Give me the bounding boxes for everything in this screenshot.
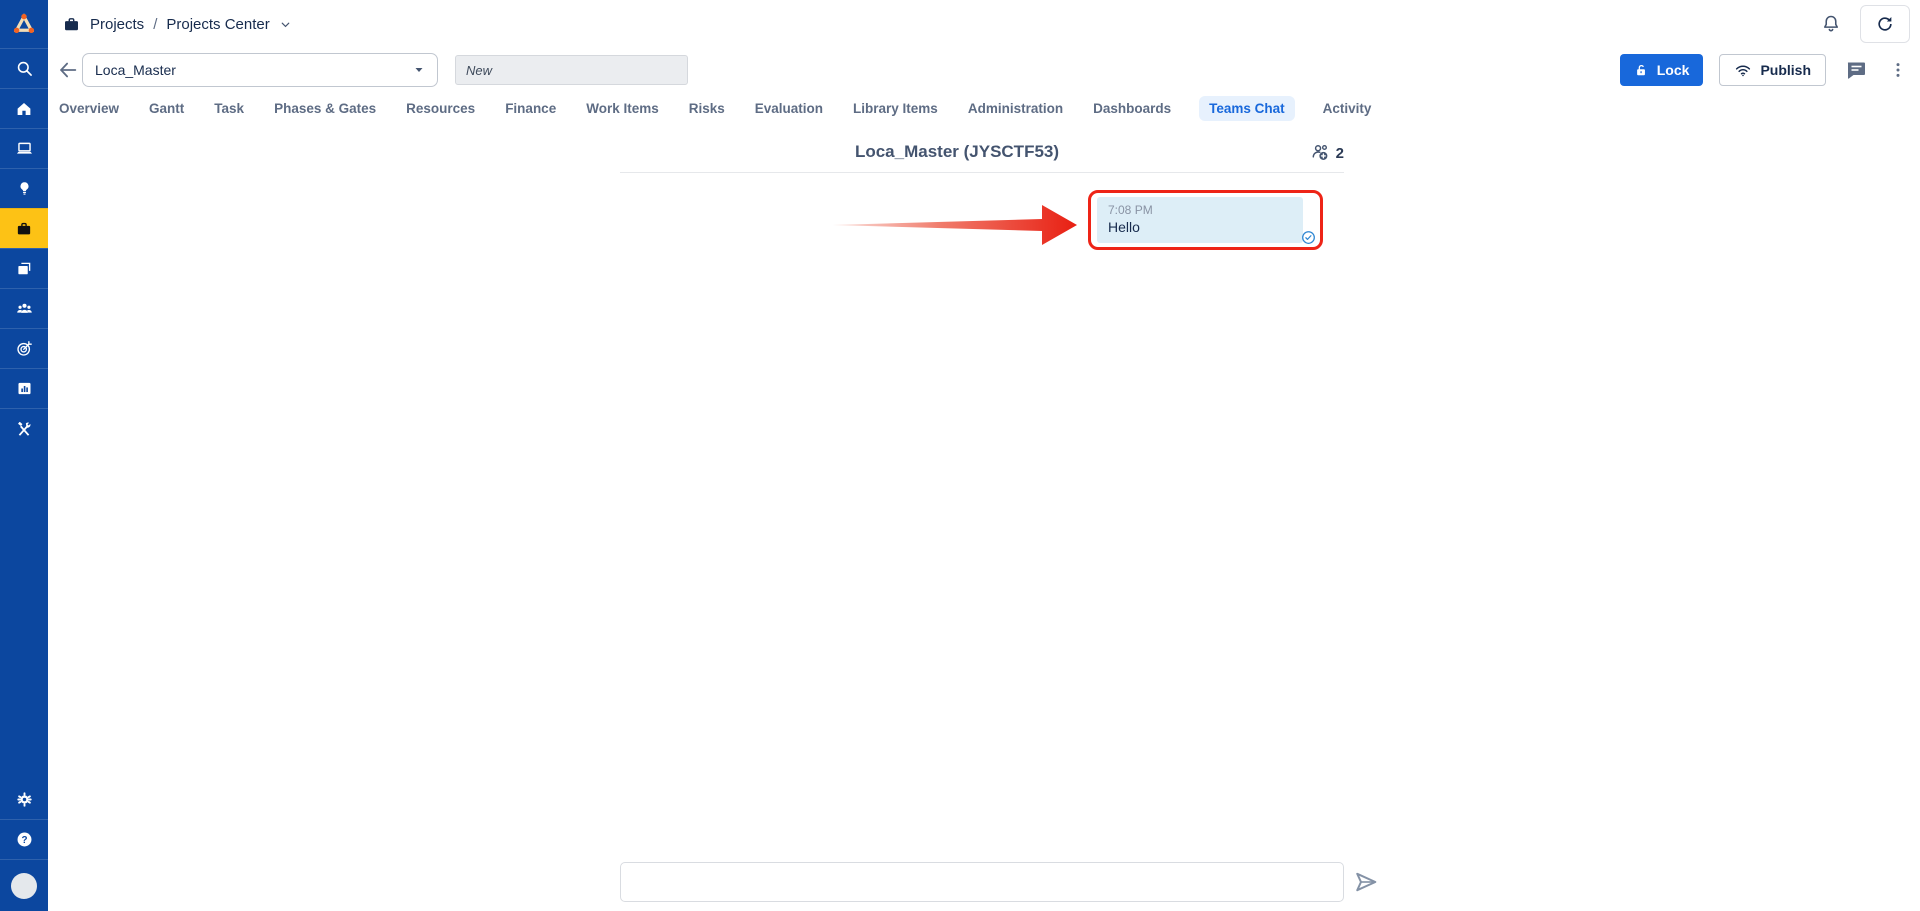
sidebar-item-workspace[interactable] (0, 128, 48, 168)
chat-divider (620, 172, 1344, 173)
app-logo triangle-logo[interactable] (0, 0, 48, 48)
chevron-down-icon[interactable] (279, 18, 292, 31)
tab-evaluation[interactable]: Evaluation (753, 96, 825, 121)
project-status-value: New (466, 63, 492, 78)
tab-library-items[interactable]: Library Items (851, 96, 940, 121)
annotation-arrow-icon (830, 203, 1080, 249)
breadcrumb-projects-center[interactable]: Projects Center (166, 16, 269, 33)
add-members-icon (1310, 142, 1332, 164)
message-timestamp: 7:08 PM (1108, 203, 1292, 218)
publish-button[interactable]: Publish (1719, 54, 1826, 86)
tab-overview[interactable]: Overview (57, 96, 121, 121)
wifi-icon (1734, 61, 1752, 79)
people-icon (15, 299, 34, 318)
project-dropdown-value: Loca_Master (95, 62, 413, 78)
unlock-icon (1634, 63, 1649, 78)
sidebar-item-admin-tools[interactable] (0, 408, 48, 448)
sidebar-item-reports[interactable] (0, 368, 48, 408)
project-tabbar: Overview Gantt Task Phases & Gates Resou… (48, 92, 1920, 124)
gear-icon (15, 790, 34, 809)
tab-administration[interactable]: Administration (966, 96, 1065, 121)
refresh-icon (1875, 14, 1895, 34)
sidebar-item-settings[interactable] (0, 779, 48, 819)
tab-gantt[interactable]: Gantt (147, 96, 186, 121)
breadcrumb-projects[interactable]: Projects (90, 16, 144, 33)
lightbulb-icon (16, 180, 33, 197)
bell-icon[interactable] (1816, 9, 1846, 39)
sidebar-bottom: ? (0, 779, 48, 911)
chat-lines-icon[interactable] (1842, 56, 1870, 84)
check-circle-icon (1301, 230, 1316, 245)
sidebar-item-projects[interactable] (0, 208, 48, 248)
tab-resources[interactable]: Resources (404, 96, 477, 121)
chat-message-bubble[interactable]: 7:08 PM Hello (1097, 197, 1303, 243)
project-dropdown[interactable]: Loca_Master (82, 53, 438, 87)
sidebar-item-resources[interactable] (0, 288, 48, 328)
project-status-field[interactable]: New (455, 55, 688, 85)
sidebar-spacer (0, 448, 48, 779)
header-right (1816, 0, 1910, 48)
tab-teams-chat[interactable]: Teams Chat (1199, 96, 1295, 121)
search-icon (15, 59, 34, 78)
briefcase-icon (62, 15, 81, 34)
briefcase-icon (15, 220, 33, 238)
app-window: ? Projects / Projects Center Loca_Master (0, 0, 1920, 911)
bar-chart-icon (16, 380, 33, 397)
tools-icon (15, 420, 33, 438)
tab-dashboards[interactable]: Dashboards (1091, 96, 1173, 121)
folders-icon (15, 260, 33, 278)
sidebar-item-help[interactable]: ? (0, 819, 48, 859)
back-arrow-icon[interactable] (57, 59, 79, 81)
chat-message-input[interactable] (620, 862, 1344, 902)
chat-members-button[interactable]: 2 (1310, 142, 1344, 164)
home-icon (15, 100, 33, 118)
target-icon (15, 339, 34, 358)
chat-members-count: 2 (1336, 145, 1344, 162)
chat-header: Loca_Master (JYSCTF53) 2 (620, 138, 1344, 172)
send-icon[interactable] (1352, 868, 1380, 896)
lock-button[interactable]: Lock (1620, 54, 1704, 86)
tab-activity[interactable]: Activity (1321, 96, 1374, 121)
sidebar-item-goals[interactable] (0, 328, 48, 368)
tab-finance[interactable]: Finance (503, 96, 558, 121)
top-header: Projects / Projects Center (48, 0, 1920, 48)
laptop-icon (15, 139, 34, 158)
dropdown-caret-icon (413, 64, 425, 76)
sidebar-item-home[interactable] (0, 88, 48, 128)
toolbar-right: Lock Publish (1620, 48, 1910, 92)
annotation-box: 7:08 PM Hello (1088, 190, 1323, 250)
sidebar-item-ideas[interactable] (0, 168, 48, 208)
sidebar: ? (0, 0, 48, 911)
message-text: Hello (1108, 218, 1292, 237)
project-toolbar: Loca_Master New Lock Publish (48, 48, 1920, 92)
tab-task[interactable]: Task (212, 96, 246, 121)
publish-button-label: Publish (1760, 62, 1811, 78)
refresh-button[interactable] (1860, 5, 1910, 43)
sidebar-item-search[interactable] (0, 48, 48, 88)
help-icon: ? (15, 830, 34, 849)
breadcrumb: Projects / Projects Center (62, 0, 292, 48)
sidebar-user-avatar[interactable] (0, 859, 48, 911)
avatar (11, 873, 37, 899)
svg-text:?: ? (21, 835, 27, 846)
kebab-menu-icon[interactable] (1886, 58, 1910, 82)
chat-title: Loca_Master (JYSCTF53) (620, 142, 1294, 162)
breadcrumb-separator: / (153, 16, 157, 33)
lock-button-label: Lock (1657, 62, 1690, 78)
tab-phases-gates[interactable]: Phases & Gates (272, 96, 378, 121)
tab-work-items[interactable]: Work Items (584, 96, 661, 121)
tab-risks[interactable]: Risks (687, 96, 727, 121)
sidebar-item-portfolios[interactable] (0, 248, 48, 288)
